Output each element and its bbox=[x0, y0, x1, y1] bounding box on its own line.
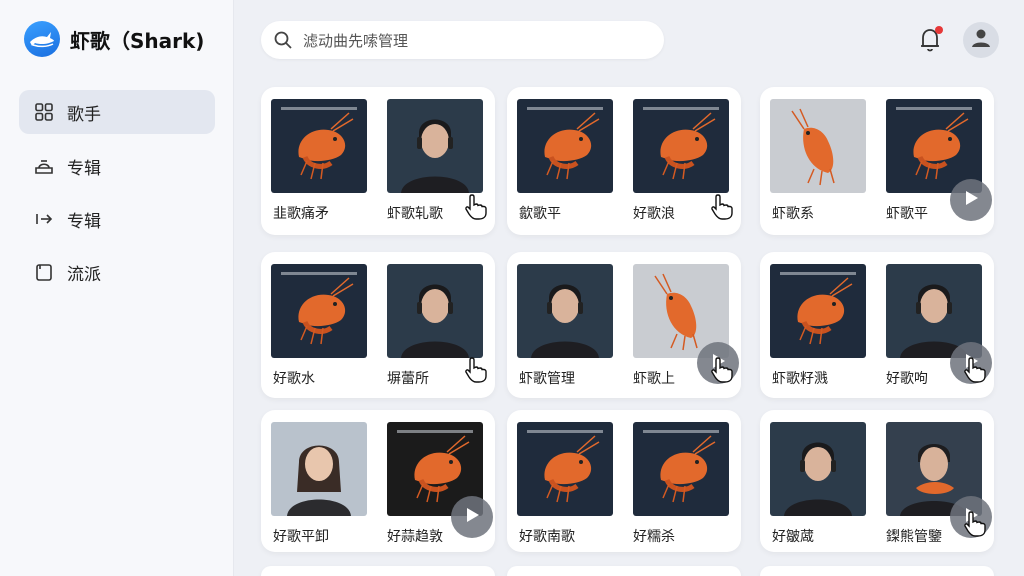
sidebar-item-label: 专辑 bbox=[67, 211, 101, 232]
sidebar-item-singers[interactable]: 歌手 bbox=[19, 90, 215, 134]
shrimp-cover-image bbox=[271, 99, 367, 193]
shrimp-cover-image bbox=[271, 264, 367, 358]
sidebar-item-albums[interactable]: 专辑 bbox=[19, 144, 215, 188]
artist-name[interactable]: 好歌南歌 bbox=[519, 526, 575, 546]
artist-name[interactable]: 鏫熊管鑒 bbox=[886, 526, 942, 546]
artist-name[interactable]: 虾歌轧歌 bbox=[387, 203, 443, 223]
bell-icon bbox=[918, 29, 942, 58]
artist-name[interactable]: 虾歌管理 bbox=[519, 368, 575, 388]
hand-cursor-icon bbox=[963, 356, 987, 384]
artist-card[interactable]: 好歌平卸 好蒜趋敦 bbox=[261, 410, 495, 552]
album-cover[interactable] bbox=[387, 264, 483, 358]
artist-card[interactable]: 虾歌管理 虾歌上 bbox=[507, 252, 741, 398]
hand-cursor-icon bbox=[963, 510, 987, 538]
shrimp-cover-image bbox=[633, 99, 729, 193]
play-button[interactable] bbox=[950, 179, 992, 221]
shrimp-cover-image bbox=[633, 422, 729, 516]
artist-card[interactable]: 好皺蒧 鏫熊管鑒 bbox=[760, 410, 994, 552]
search-icon bbox=[273, 30, 293, 50]
sidebar-item-label: 专辑 bbox=[67, 158, 101, 179]
artist-name[interactable]: 好歌呴 bbox=[886, 368, 928, 388]
artist-card[interactable]: 虾歌籽溅 好歌呴 bbox=[760, 252, 994, 398]
app-title: 虾歌（Shark) bbox=[70, 28, 205, 53]
album-cover[interactable] bbox=[271, 99, 367, 193]
hand-cursor-icon bbox=[710, 356, 734, 384]
user-icon bbox=[970, 27, 992, 53]
notification-button[interactable] bbox=[918, 26, 944, 54]
genre-icon bbox=[33, 261, 55, 283]
sidebar-item-label: 流派 bbox=[67, 264, 101, 285]
artist-name[interactable]: 好蒜趋敦 bbox=[387, 526, 443, 546]
hand-cursor-icon bbox=[464, 193, 488, 221]
artist-name[interactable]: 韭歌痛矛 bbox=[273, 203, 329, 223]
album-cover[interactable] bbox=[770, 422, 866, 516]
album-cover[interactable] bbox=[271, 422, 367, 516]
user-avatar-button[interactable] bbox=[963, 22, 999, 58]
search-input[interactable]: 滤动曲先嗦管理 bbox=[303, 30, 408, 51]
hand-cursor-icon bbox=[464, 356, 488, 384]
artist-name[interactable]: 好歌浪 bbox=[633, 203, 675, 223]
shark-logo-icon bbox=[24, 21, 60, 57]
shuffle-icon bbox=[33, 208, 55, 230]
artist-photo bbox=[770, 422, 866, 516]
shrimp-cover-image bbox=[770, 264, 866, 358]
sidebar-item-albums-2[interactable]: 专辑 bbox=[19, 197, 215, 241]
album-cover[interactable] bbox=[387, 99, 483, 193]
sidebar: 虾歌（Shark) 歌手 专辑 专辑 流派 bbox=[0, 0, 234, 576]
artist-card[interactable]: 虾歌系 虾歌平 bbox=[760, 87, 994, 235]
sidebar-item-genres[interactable]: 流派 bbox=[19, 250, 215, 294]
album-cover[interactable] bbox=[271, 264, 367, 358]
play-icon bbox=[963, 189, 979, 211]
artist-name[interactable]: 虾歌平 bbox=[886, 203, 928, 223]
hand-cursor-icon bbox=[710, 193, 734, 221]
card-partial bbox=[760, 566, 994, 576]
artist-name[interactable]: 虾歌籽溅 bbox=[772, 368, 828, 388]
artist-name[interactable]: 好糯杀 bbox=[633, 526, 675, 546]
artist-name[interactable]: 虾歌上 bbox=[633, 368, 675, 388]
artist-photo bbox=[387, 264, 483, 358]
artist-card[interactable]: 好歌南歌 好糯杀 bbox=[507, 410, 741, 552]
album-cover[interactable] bbox=[517, 264, 613, 358]
artist-name[interactable]: 虾歌系 bbox=[772, 203, 814, 223]
shrimp-cover-image bbox=[770, 99, 866, 193]
card-partial bbox=[261, 566, 495, 576]
shrimp-cover-image bbox=[517, 99, 613, 193]
album-cover[interactable] bbox=[633, 422, 729, 516]
brand[interactable]: 虾歌（Shark) bbox=[24, 21, 204, 57]
artist-photo bbox=[387, 99, 483, 193]
artist-card[interactable]: 好歌水 塀蕾所 bbox=[261, 252, 495, 398]
card-partial bbox=[507, 566, 741, 576]
album-cover[interactable] bbox=[770, 264, 866, 358]
artist-name[interactable]: 好歌平卸 bbox=[273, 526, 329, 546]
play-button[interactable] bbox=[451, 496, 493, 538]
search-bar[interactable]: 滤动曲先嗦管理 bbox=[261, 21, 664, 59]
artist-card[interactable]: 歙歌平 好歌浪 bbox=[507, 87, 741, 235]
album-cover[interactable] bbox=[770, 99, 866, 193]
notification-badge bbox=[935, 26, 943, 34]
album-cover[interactable] bbox=[633, 99, 729, 193]
artist-card[interactable]: 韭歌痛矛 虾歌轧歌 bbox=[261, 87, 495, 235]
artist-name[interactable]: 好皺蒧 bbox=[772, 526, 814, 546]
sidebar-item-label: 歌手 bbox=[67, 104, 101, 125]
play-icon bbox=[464, 506, 480, 528]
shrimp-cover-image bbox=[517, 422, 613, 516]
album-cover[interactable] bbox=[517, 99, 613, 193]
artist-photo bbox=[271, 422, 367, 516]
album-icon bbox=[33, 155, 55, 177]
album-cover[interactable] bbox=[517, 422, 613, 516]
artist-name[interactable]: 歙歌平 bbox=[519, 203, 561, 223]
artist-photo bbox=[517, 264, 613, 358]
artist-name[interactable]: 塀蕾所 bbox=[387, 368, 429, 388]
artist-name[interactable]: 好歌水 bbox=[273, 368, 315, 388]
grid-icon bbox=[33, 101, 55, 123]
